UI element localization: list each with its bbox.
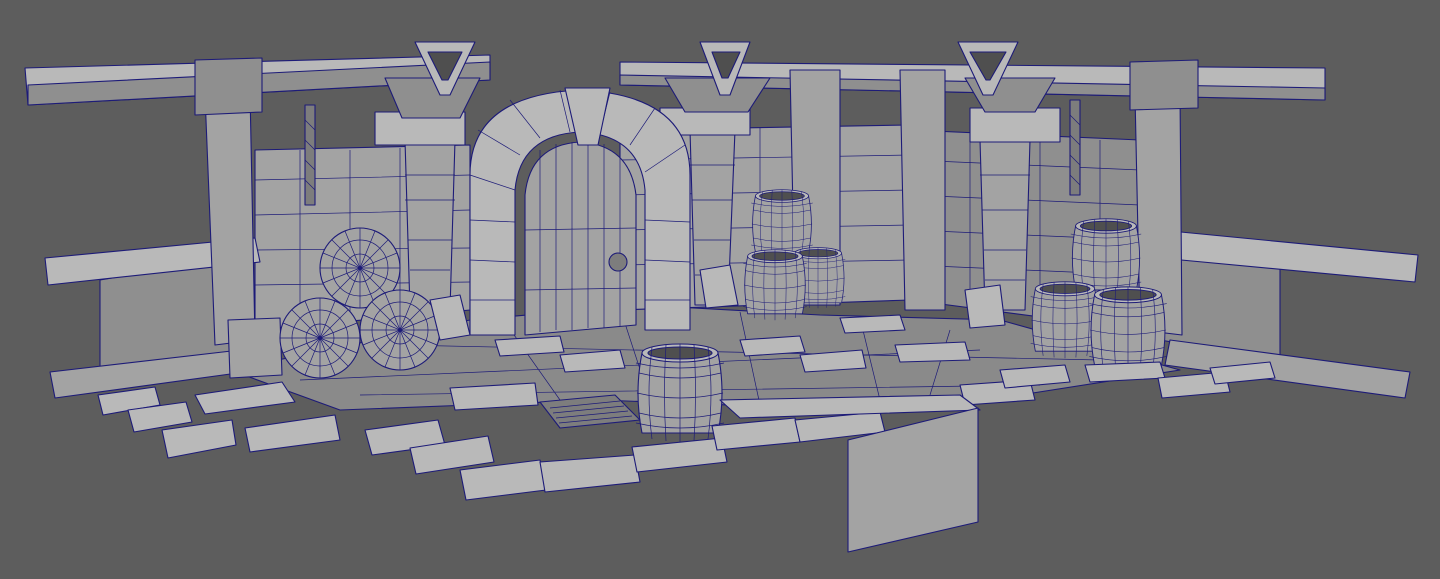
barrel-foreground [635,343,725,443]
chain-left [304,104,316,206]
dungeon-scene [24,41,1419,553]
chain-right [1069,99,1081,196]
3d-viewport[interactable] [0,0,1440,579]
arched-door [469,87,691,336]
right-bench [1159,229,1419,399]
